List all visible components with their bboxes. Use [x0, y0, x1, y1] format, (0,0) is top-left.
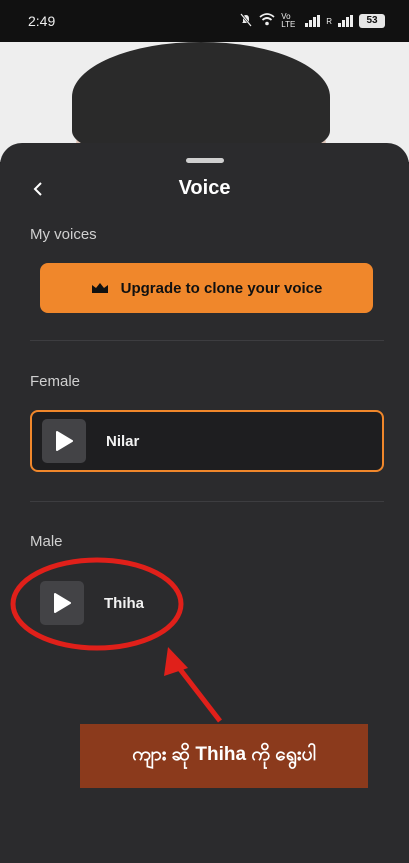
network-label: Vo LTE — [281, 12, 296, 29]
sheet-title: Voice — [178, 177, 231, 199]
voice-name: Nilar — [106, 432, 140, 450]
voice-item-thiha[interactable]: Thiha — [30, 572, 384, 634]
my-voices-label: My voices — [30, 226, 97, 243]
drag-handle[interactable] — [186, 158, 224, 163]
play-icon — [54, 593, 71, 613]
voice-name: Thiha — [104, 594, 144, 612]
annotation-note: ကျား ဆို Thiha ကို ရွေးပါ — [80, 724, 368, 788]
female-section-label: Female — [30, 373, 81, 390]
status-icons: Vo LTE R 53 — [239, 13, 385, 30]
male-section-label: Male — [30, 533, 63, 550]
status-time: 2:49 — [28, 13, 56, 29]
signal-icon-2 — [338, 15, 353, 27]
annotation-text: ကျား ဆို Thiha ကို ရွေးပါ — [132, 744, 316, 765]
mute-icon — [239, 12, 253, 30]
voice-item-nilar[interactable]: Nilar — [30, 410, 384, 472]
divider — [30, 340, 384, 341]
upgrade-button[interactable]: Upgrade to clone your voice — [40, 263, 373, 313]
crown-icon — [91, 283, 108, 293]
divider — [30, 501, 384, 502]
wifi-icon — [259, 13, 275, 29]
upgrade-button-label: Upgrade to clone your voice — [120, 279, 323, 297]
status-bar: 2:49 Vo LTE R 53 — [0, 0, 409, 42]
play-button[interactable] — [40, 581, 84, 625]
roaming-label: R — [326, 16, 332, 26]
play-icon — [56, 431, 73, 451]
battery-icon: 53 — [359, 14, 385, 28]
hair-image — [72, 42, 330, 152]
signal-icon — [305, 15, 321, 27]
play-button[interactable] — [42, 419, 86, 463]
